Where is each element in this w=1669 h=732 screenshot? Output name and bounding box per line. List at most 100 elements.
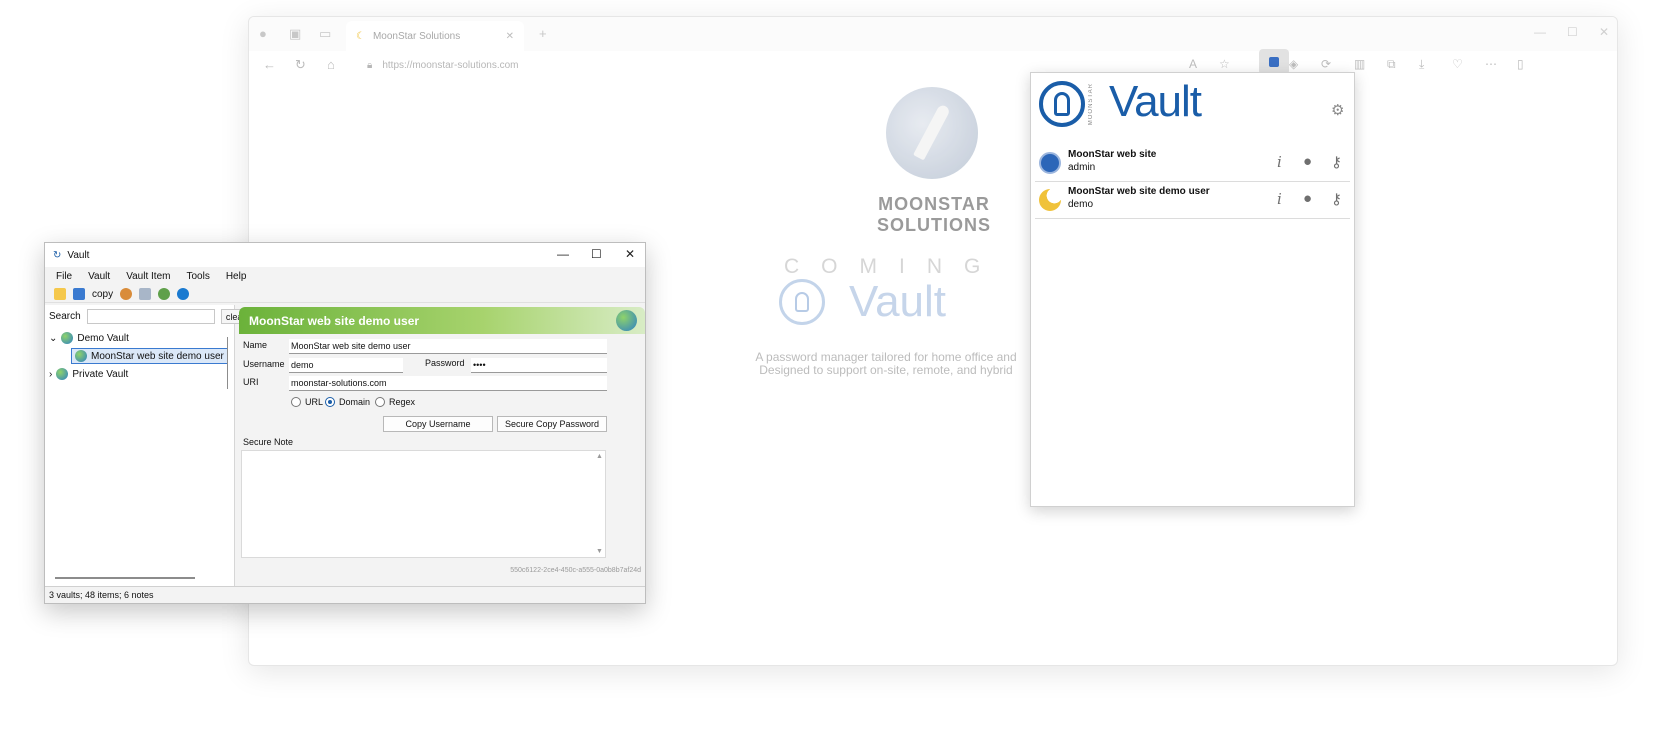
minimize-icon[interactable]: — [1534,25,1546,39]
status-bar: 3 vaults; 48 items; 6 notes [45,586,645,603]
copy-username-icon[interactable]: ● [1303,190,1312,207]
note-scrollbar[interactable]: ▲ ▼ [595,451,605,557]
vault-name: Demo Vault [77,332,129,344]
help-icon[interactable] [177,288,190,300]
shield-extension-icon[interactable]: ◈ [1289,57,1298,71]
close-window-icon[interactable]: ✕ [1599,25,1609,39]
radio-domain-label: Domain [339,397,371,407]
maximize-icon[interactable]: ☐ [1567,25,1578,39]
search-input[interactable] [86,309,215,324]
vault-wordmark: Vault [849,277,947,326]
password-field[interactable]: •••• [471,358,607,373]
tab-close-icon[interactable]: ✕ [506,31,514,42]
radio-url-label: URL [305,397,324,407]
toolbar: copy [45,286,645,303]
collapse-icon[interactable]: ⌄ [49,333,57,344]
globe-icon [616,310,637,331]
collections-icon[interactable]: ⧉ [1387,57,1396,72]
tree-node-private-vault[interactable]: › Private Vault [49,365,228,383]
app-maximize-icon[interactable]: ☐ [591,247,602,261]
info-icon[interactable]: i [1277,190,1282,208]
back-icon[interactable]: ← [263,57,276,72]
tree-node-item[interactable]: MoonStar web site demo user [49,347,228,365]
radio-regex-button[interactable] [375,397,385,407]
detail-header: MoonStar web site demo user [239,307,645,334]
copy-password-key-icon[interactable]: ⚷ [1331,153,1342,171]
scroll-down-icon[interactable]: ▼ [596,548,603,555]
secure-copy-password-button[interactable]: Secure Copy Password [497,416,607,432]
sidebar-icon[interactable]: ▯ [1517,57,1524,71]
refresh-icon[interactable]: ↻ [295,57,306,73]
company-name: MOONSTAR SOLUTIONS [876,194,991,235]
brand-small: MOONSTAR [1088,83,1094,126]
lock-icon: 🔒︎ [367,59,373,71]
menu-tools[interactable]: Tools [186,271,209,282]
radio-regex[interactable]: Regex [375,397,415,407]
tab-actions-icon[interactable]: ▭ [319,26,331,42]
menu-bar: File Vault Vault Item Tools Help [45,267,645,286]
downloads-icon[interactable]: ⤓ [1419,57,1424,72]
search-row: Search clear [49,309,251,324]
scroll-up-icon[interactable]: ▲ [596,453,603,460]
name-field[interactable]: MoonStar web site demo user [289,339,607,354]
vault-app-window: ↻ Vault — ☐ ✕ File Vault Vault Item Tool… [44,242,646,604]
vault-globe-icon [61,332,74,344]
vault-name: Private Vault [72,368,129,380]
credential-list: MoonStar web site admin i ● ⚷ MoonStar w… [1035,145,1350,219]
splitter[interactable] [227,337,228,389]
radio-regex-label: Regex [389,397,416,407]
menu-vault-item[interactable]: Vault Item [126,271,170,282]
gear-icon[interactable]: ⚙ [1331,101,1344,119]
horizontal-scrollbar[interactable] [55,577,195,579]
status-text: 3 vaults; 48 items; 6 notes [49,590,154,600]
list-item[interactable]: MoonStar web site demo user demo i ● ⚷ [1035,182,1350,219]
radio-url[interactable]: URL [291,397,323,407]
radio-domain-button[interactable] [325,397,335,407]
save-icon[interactable] [73,288,85,300]
selected-item[interactable]: MoonStar web site demo user [71,348,228,364]
vault-popup: MOONSTAR Vault ⚙ MoonStar web site admin… [1030,72,1355,507]
read-aloud-icon[interactable]: A [1189,57,1197,71]
password-field-icon[interactable] [139,288,152,300]
secure-note-textarea[interactable]: ▲ ▼ [241,450,606,558]
radio-url-button[interactable] [291,397,301,407]
tree-node-demo-vault[interactable]: ⌄ Demo Vault [49,329,228,347]
split-screen-icon[interactable]: ▥ [1354,57,1365,71]
heart-extension-icon[interactable]: ♡ [1452,57,1463,71]
info-icon[interactable]: i [1277,153,1282,171]
expand-icon[interactable]: › [49,369,52,380]
profile-icon[interactable]: ● [259,26,267,41]
browser-tab[interactable]: ☾ MoonStar Solutions ✕ [346,21,524,51]
new-tab-icon[interactable]: + [539,26,547,41]
new-file-icon[interactable] [54,288,66,300]
copy-button[interactable]: copy [92,289,113,300]
username-field[interactable]: demo [289,358,403,373]
copy-username-icon[interactable]: ● [1303,153,1312,170]
vault-logo-icon [779,279,825,325]
app-titlebar: ↻ Vault — ☐ ✕ [45,243,645,267]
uri-field[interactable]: moonstar-solutions.com [289,376,607,391]
moon-icon [1039,189,1061,211]
user-icon[interactable] [120,288,133,300]
home-icon[interactable]: ⌂ [327,57,335,72]
moonstar-logo [886,87,978,179]
app-minimize-icon[interactable]: — [557,247,569,261]
radio-domain[interactable]: Domain [325,397,370,407]
url-text: https://moonstar-solutions.com [382,59,519,71]
menu-help[interactable]: Help [226,271,247,282]
item-name: MoonStar web site demo user [1068,186,1210,197]
menu-vault[interactable]: Vault [88,271,110,282]
tree-pane: Search clear ⌄ Demo Vault MoonStar web s… [45,305,251,587]
favorite-icon[interactable]: ☆ [1219,57,1230,71]
more-icon[interactable]: ⋯ [1485,57,1497,71]
globe-refresh-icon[interactable] [158,288,171,300]
menu-file[interactable]: File [56,271,72,282]
workspaces-icon[interactable]: ▣ [289,26,301,42]
app-close-icon[interactable]: ✕ [625,247,635,261]
tagline-line-2: Designed to support on-site, remote, and… [759,363,1013,377]
list-item[interactable]: MoonStar web site admin i ● ⚷ [1035,145,1350,182]
copy-password-key-icon[interactable]: ⚷ [1331,190,1342,208]
copy-username-button[interactable]: Copy Username [383,416,493,432]
uri-label: URI [243,377,259,387]
refresh-extension-icon[interactable]: ⟳ [1321,57,1331,71]
